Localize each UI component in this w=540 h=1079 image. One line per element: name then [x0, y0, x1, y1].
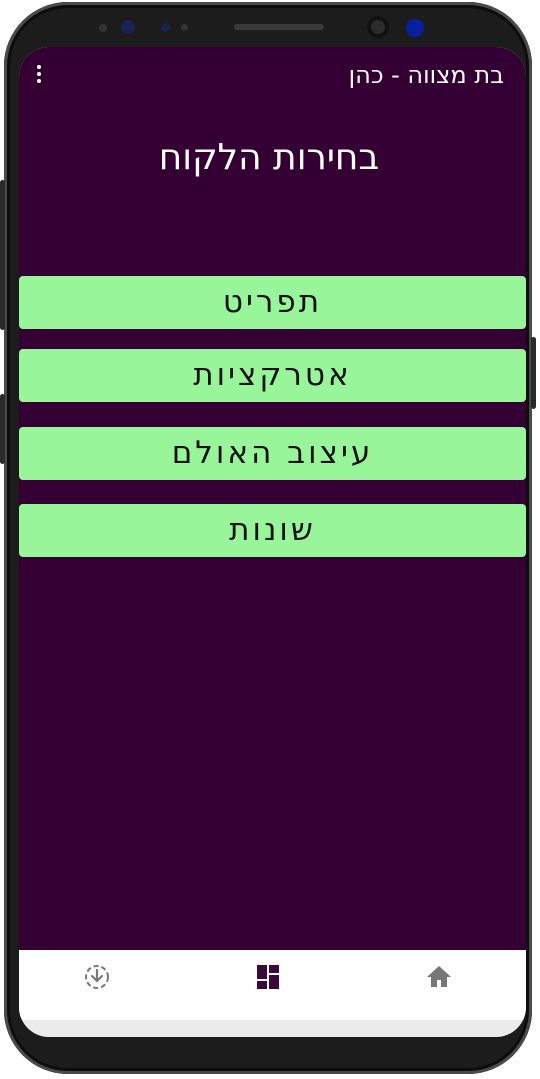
sensor-dot: [99, 24, 107, 32]
page-title: בחירות הלקוח: [158, 137, 380, 178]
phone-side-button: [0, 180, 5, 330]
bottom-navigation: [19, 950, 526, 1020]
hall-design-button[interactable]: עיצוב האולם: [19, 427, 526, 480]
app-bar: בת מצווה - כהן: [19, 47, 526, 107]
sensor-dot: [121, 20, 135, 34]
home-icon[interactable]: [424, 962, 454, 992]
app-bar-title: בת מצווה - כהן: [348, 61, 504, 89]
phone-speaker: [234, 24, 324, 30]
dashboard-icon[interactable]: [254, 962, 284, 992]
sensor-dot: [406, 19, 424, 37]
sensor-dot: [181, 24, 188, 31]
misc-button[interactable]: שונות: [19, 504, 526, 557]
menu-button[interactable]: תפריט: [19, 276, 526, 329]
phone-frame: בת מצווה - כהן בחירות הלקוח תפריט אטרקצי…: [0, 2, 536, 1074]
app-content: בת מצווה - כהן בחירות הלקוח תפריט אטרקצי…: [19, 47, 526, 950]
download-circle-icon[interactable]: [82, 962, 112, 992]
phone-side-button: [531, 337, 536, 409]
phone-side-button: [0, 394, 5, 464]
attractions-button[interactable]: אטרקציות: [19, 349, 526, 402]
screen: בת מצווה - כהן בחירות הלקוח תפריט אטרקצי…: [19, 47, 526, 1037]
front-camera: [367, 16, 389, 38]
more-vert-icon[interactable]: [31, 65, 47, 89]
sensor-dot: [161, 23, 170, 32]
